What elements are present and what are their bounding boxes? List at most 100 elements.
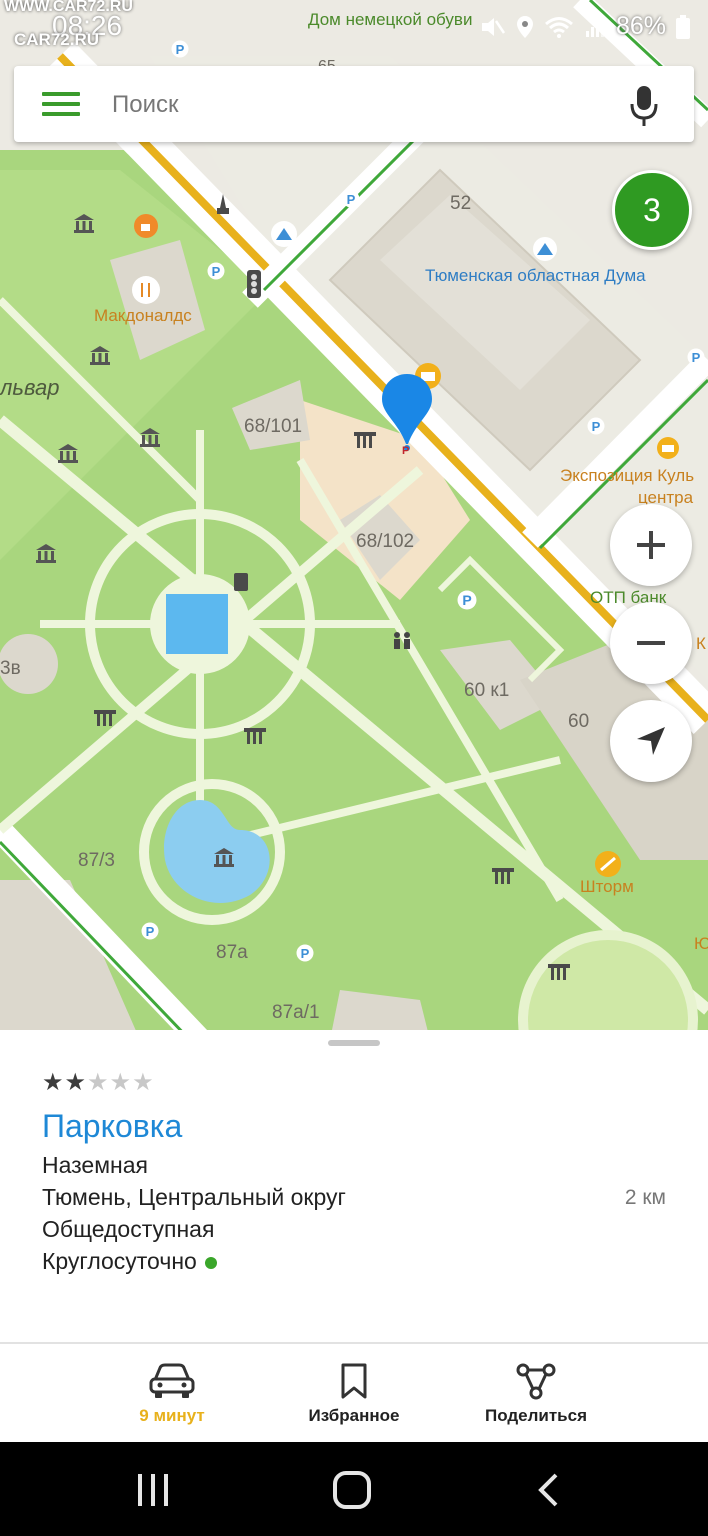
my-location-button[interactable]: [610, 700, 692, 782]
museum-icon[interactable]: [656, 436, 680, 460]
star-filled-icon: ★: [42, 1069, 65, 1096]
location-icon: [516, 15, 533, 38]
search-bar: [14, 66, 694, 142]
svg-text:P: P: [402, 445, 409, 456]
monument-icon: [354, 432, 376, 448]
svg-text:P: P: [212, 264, 221, 279]
edge-label: Ю: [694, 934, 708, 953]
place-title: Парковка: [42, 1108, 183, 1144]
parking-icon[interactable]: P: [457, 590, 477, 610]
watermark: WWW.CAR72.RU: [4, 0, 133, 15]
map-view[interactable]: Дом немецкой обуви 65 52 Тюменская облас…: [0, 0, 708, 1040]
building-number: 60 к1: [464, 680, 510, 701]
monument-icon: [492, 868, 514, 884]
share-icon: [516, 1363, 556, 1400]
place-card[interactable]: ★★★★★ Парковка Наземная Тюмень, Централь…: [0, 1030, 708, 1342]
poi-label-duma[interactable]: Тюменская областная Дума: [425, 266, 646, 286]
hours-text: Круглосуточно: [42, 1248, 197, 1274]
wifi-icon: [544, 16, 573, 38]
government-icon[interactable]: [532, 236, 558, 262]
car-icon: [149, 1363, 195, 1398]
rating-stars: ★★★★★: [42, 1068, 155, 1097]
zoom-out-button[interactable]: [610, 602, 692, 684]
watermark: CAR72.RU: [14, 30, 100, 49]
place-access: Общедоступная: [42, 1216, 215, 1242]
back-icon[interactable]: [536, 1472, 560, 1508]
monument-icon: [244, 728, 266, 744]
landmark-icon: [214, 848, 234, 867]
parking-icon[interactable]: P: [342, 190, 360, 208]
place-type: Наземная: [42, 1152, 148, 1178]
traffic-light-icon: [247, 270, 261, 298]
building-number: 52: [450, 193, 472, 214]
poi-label-shtorm[interactable]: Шторм: [580, 877, 634, 897]
parking-icon[interactable]: P: [296, 944, 314, 962]
restaurant-icon[interactable]: [132, 276, 160, 304]
signal-icon: [585, 18, 604, 37]
monument-icon: [94, 710, 116, 726]
cluster-badge[interactable]: 3: [612, 170, 692, 250]
plus-icon: [637, 531, 665, 559]
landmark-icon: [58, 444, 78, 463]
star-filled-icon: ★: [64, 1069, 88, 1096]
location-pin-icon[interactable]: P: [380, 372, 434, 456]
landmark-icon: [36, 544, 56, 563]
svg-text:P: P: [592, 419, 601, 434]
government-icon[interactable]: [270, 220, 298, 248]
favorites-button[interactable]: Избранное: [264, 1362, 444, 1426]
share-label: Поделиться: [484, 1406, 588, 1425]
bookmark-icon: [341, 1363, 367, 1399]
gym-icon[interactable]: [594, 850, 622, 878]
monument-icon: [548, 964, 570, 980]
building-number: 60: [568, 711, 590, 732]
parking-icon[interactable]: P: [587, 417, 605, 435]
open-status-dot: [204, 1256, 217, 1269]
building-number: 3в: [0, 658, 21, 679]
toilet-icon: [394, 632, 410, 649]
monument-icon: [217, 194, 229, 214]
landmark-icon: [140, 428, 160, 447]
system-nav-bar: [0, 1442, 708, 1536]
parking-icon[interactable]: P: [207, 262, 225, 280]
route-time-label: 9 минут: [139, 1406, 205, 1425]
microphone-icon[interactable]: [630, 86, 658, 126]
parking-icon[interactable]: P: [687, 348, 705, 366]
favorites-label: Избранное: [308, 1406, 400, 1425]
building-number: 87/3: [78, 850, 115, 871]
svg-text:P: P: [462, 592, 471, 608]
star-empty-icon: ★: [132, 1069, 155, 1096]
poi-label-expo[interactable]: Экспозиция Куль: [560, 466, 694, 486]
landmark-icon: [90, 346, 110, 365]
navigation-arrow-icon: [637, 727, 665, 755]
building-number: 68/102: [356, 531, 415, 552]
battery-percent: 86%: [615, 12, 666, 40]
svg-text:P: P: [692, 350, 701, 365]
building-number: 87а/1: [272, 1002, 320, 1023]
place-distance: 2 км: [624, 1186, 666, 1209]
recent-apps-icon[interactable]: [136, 1472, 170, 1508]
place-hours: Круглосуточно: [42, 1248, 217, 1275]
mute-icon: [481, 17, 505, 36]
cafe-icon[interactable]: [134, 214, 158, 238]
sheet-handle[interactable]: [328, 1040, 380, 1046]
share-button[interactable]: Поделиться: [446, 1362, 626, 1426]
parking-icon[interactable]: P: [141, 922, 159, 940]
svg-text:P: P: [347, 192, 356, 207]
building-number: 87а: [216, 942, 248, 963]
poi-label-mcdonalds[interactable]: Макдоналдс: [94, 306, 192, 326]
book-icon: [234, 573, 248, 591]
star-empty-icon: ★: [109, 1069, 133, 1096]
search-input[interactable]: [110, 84, 594, 126]
star-empty-icon: ★: [87, 1069, 110, 1096]
action-bar: 9 минут Избранное Поделиться: [0, 1342, 708, 1442]
zoom-in-button[interactable]: [610, 504, 692, 586]
place-address: Тюмень, Центральный округ: [42, 1184, 346, 1210]
street-label: львар: [0, 375, 60, 400]
status-bar: 08:26 WWW.CAR72.RU CAR72.RU 86%: [0, 0, 708, 56]
svg-text:P: P: [146, 924, 155, 939]
menu-icon[interactable]: [42, 92, 80, 116]
landmark-icon: [74, 214, 94, 233]
route-button[interactable]: 9 минут: [82, 1362, 262, 1426]
status-icons: 86%: [480, 12, 690, 41]
home-icon[interactable]: [332, 1470, 372, 1510]
